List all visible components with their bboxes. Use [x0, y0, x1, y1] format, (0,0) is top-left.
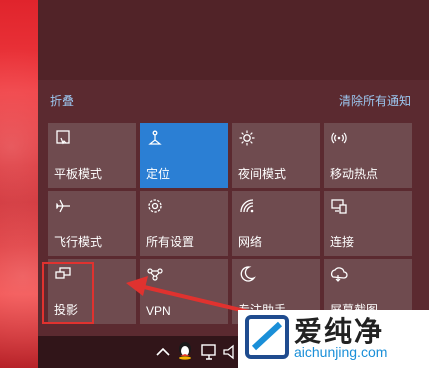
tile-night-light[interactable]: 夜间模式: [232, 123, 320, 188]
screen-snip-icon: [330, 267, 348, 282]
location-icon: [148, 130, 162, 145]
tile-location[interactable]: 定位: [140, 123, 228, 188]
collapse-link[interactable]: 折叠: [50, 92, 74, 109]
tile-connect[interactable]: 连接: [324, 191, 412, 256]
airplane-icon: [55, 199, 70, 213]
network-icon: [240, 199, 254, 213]
night-light-icon: [239, 130, 255, 146]
watermark-url: aichunjing.com: [294, 344, 388, 360]
tablet-mode-icon: [56, 130, 70, 145]
mobile-hotspot-icon: [331, 132, 347, 144]
clear-all-notifications-link[interactable]: 清除所有通知: [339, 92, 411, 109]
tile-label: 定位: [146, 167, 171, 181]
tile-all-settings[interactable]: 所有设置: [140, 191, 228, 256]
network-monitor-icon[interactable]: [200, 342, 218, 362]
tile-mobile-hotspot[interactable]: 移动热点: [324, 123, 412, 188]
tile-label: 移动热点: [330, 167, 379, 181]
desktop-background: [0, 0, 38, 368]
tile-airplane-mode[interactable]: 飞行模式: [48, 191, 136, 256]
qq-penguin-icon[interactable]: [176, 340, 194, 360]
tile-label: 飞行模式: [54, 235, 103, 249]
tile-label: 连接: [330, 235, 355, 249]
watermark-emblem-icon: [245, 315, 289, 359]
connect-icon: [331, 199, 347, 214]
tile-label: 平板模式: [54, 167, 103, 181]
tile-network[interactable]: 网络: [232, 191, 320, 256]
settings-gear-icon: [148, 199, 162, 213]
watermark-logo: 爱纯净 aichunjing.com: [238, 310, 429, 368]
notification-area: [38, 0, 429, 80]
tile-label: 网络: [238, 235, 263, 249]
tile-label: 夜间模式: [238, 167, 287, 181]
annotation-highlight-box: [42, 262, 94, 324]
tile-tablet-mode[interactable]: 平板模式: [48, 123, 136, 188]
chevron-up-icon[interactable]: [154, 342, 172, 362]
tile-label: 所有设置: [146, 235, 195, 249]
